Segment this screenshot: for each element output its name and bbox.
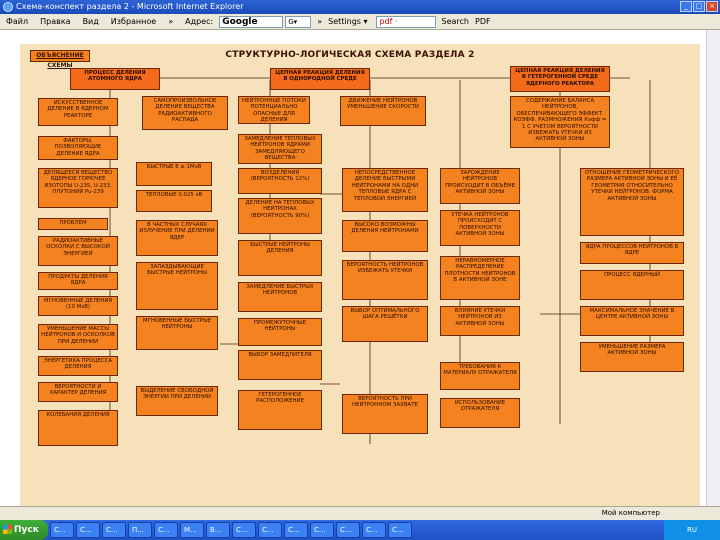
scheme-box: НЕРАВНОМЕРНОЕ РАСПРЕДЕЛЕНИЕ ПЛОТНОСТИ НЕ… [440, 256, 520, 300]
scheme-slide: ОБЪЯСНЕНИЕ СХЕМЫ СТРУКТУРНО-ЛОГИЧЕСКАЯ С… [20, 44, 700, 514]
scheme-box: ЦЕПНАЯ РЕАКЦИЯ ДЕЛЕНИЯ В ГЕТЕРОГЕННОЙ СР… [510, 66, 610, 92]
scheme-box: НЕПОСРЕДСТВЕННОЕ ДЕЛЕНИЕ БЫСТРЫМИ НЕЙТРО… [342, 168, 428, 212]
maximize-button[interactable]: □ [693, 1, 705, 12]
scheme-box: ДЕЛЕНИЕ НА ТЕПЛОВЫХ НЕЙТРОНАХ (ВЕРОЯТНОС… [238, 198, 322, 234]
taskbar-item[interactable]: С... [388, 522, 412, 538]
start-label: Пуск [14, 525, 39, 535]
scheme-box: ЗАПАЗДЫВАЮЩИЕ БЫСТРЫЕ НЕЙТРОНЫ [136, 262, 218, 310]
settings-button[interactable]: Settings ▾ [328, 17, 367, 26]
scheme-box: ДЕЛЯЩЕЕСЯ ВЕЩЕСТВО ЯДЕРНОЕ ГОРЮЧЕЕ ИЗОТО… [38, 168, 118, 208]
taskbar-item[interactable]: С... [258, 522, 282, 538]
google-toolbar: Google G▾ [219, 15, 312, 28]
scheme-box: БЫСТРЫЕ НЕЙТРОНЫ ДЕЛЕНИЯ [238, 240, 322, 276]
close-button[interactable]: × [706, 1, 718, 12]
scheme-box: ЯДРА ПРОЦЕССОВ НЕЙТРОНОВ В ЯДРЕ [580, 242, 684, 264]
ie-icon [3, 2, 13, 12]
scheme-box: ВЕРОЯТНОСТЬ ПРИ НЕЙТРОННОМ ЗАХВАТЕ [342, 394, 428, 434]
scheme-box: ПРОЦЕСС ДЕЛЕНИЯ АТОМНОГО ЯДРА [70, 68, 160, 90]
address-label: Адрес: [185, 17, 214, 26]
scheme-box: ТЕПЛОВЫЕ 0.025 эВ [136, 190, 212, 212]
taskbar-item[interactable]: С... [310, 522, 334, 538]
window-titlebar: Схема-конспект раздела 2 - Microsoft Int… [0, 0, 720, 14]
scheme-box: ИСКУССТВЕННОЕ ДЕЛЕНИЕ В ЯДЕРНОМ РЕАКТОРЕ [38, 98, 118, 126]
scheme-box: ФАКТОРЫ, ПОЗВОЛЯЮЩИЕ ДЕЛЕНИЕ ЯДРА [38, 136, 118, 160]
scheme-box: МГНОВЕННЫЕ БЫСТРЫЕ НЕЙТРОНЫ [136, 316, 218, 350]
scheme-box: МГНОВЕННЫЕ ДЕЛЕНИЯ (10 МэВ) [38, 296, 118, 316]
scheme-box: ПРОЦЕСС ЯДЕРНЫЙ [580, 270, 684, 300]
scheme-box: БЫСТРЫЕ E ≥ 1МэВ [136, 162, 212, 186]
search-button[interactable]: Search [442, 17, 469, 26]
taskbar-item[interactable]: С... [336, 522, 360, 538]
taskbar-item[interactable]: С... [232, 522, 256, 538]
scheme-box: РАДИОАКТИВНЫЕ ОСКОЛКИ С ВЫСОКОЙ ЭНЕРГИЕЙ [38, 236, 118, 266]
scheme-box: ЦЕПНАЯ РЕАКЦИЯ ДЕЛЕНИЯ В ОДНОРОДНОЙ СРЕД… [270, 68, 370, 90]
taskbar-item[interactable]: П... [128, 522, 152, 538]
scheme-box: МАКСИМАЛЬНОЕ ЗНАЧЕНИЕ В ЦЕНТРЕ АКТИВНОЙ … [580, 306, 684, 336]
scheme-box: НЕЙТРОННЫЕ ПОТОКИ ПОТЕНЦИАЛЬНО ОПАСНЫЕ Д… [238, 96, 310, 124]
menu-more[interactable]: » [162, 17, 179, 26]
taskbar-item[interactable]: С... [362, 522, 386, 538]
slide-title: СТРУКТУРНО-ЛОГИЧЕСКАЯ СХЕМА РАЗДЕЛА 2 [225, 50, 475, 60]
vertical-scrollbar[interactable] [706, 30, 720, 520]
scheme-box: ТРЕБОВАНИЯ К МАТЕРИАЛУ ОТРАЖАТЕЛЯ [440, 362, 520, 390]
taskbar-item[interactable]: С... [284, 522, 308, 538]
pdf-button[interactable]: PDF [475, 17, 491, 26]
scheme-box: ОТНОШЕНИЕ ГЕОМЕТРИЧЕСКОГО РАЗМЕРА АКТИВН… [580, 168, 684, 236]
windows-flag-icon [3, 525, 12, 534]
scheme-box: СОДЕРЖАНИЕ БАЛАНСА НЕЙТРОНОВ, ОБЕСПЕЧИВА… [510, 96, 610, 148]
menu-file[interactable]: Файл [0, 17, 34, 26]
minimize-button[interactable]: _ [680, 1, 692, 12]
pdf-search-input[interactable]: pdf · [375, 15, 436, 28]
system-tray: RU [664, 520, 720, 540]
scheme-box: ВЫБОР ОПТИМАЛЬНОГО ШАГА РЕШЁТКИ [342, 306, 428, 342]
scheme-box: САМОПРОИЗВОЛЬНОЕ ДЕЛЕНИЕ ВЕЩЕСТВА РАДИОА… [142, 96, 228, 130]
google-search-combo[interactable]: G▾ [285, 15, 312, 28]
taskbar-item[interactable]: С... [102, 522, 126, 538]
taskbar: Пуск С... С... С... П... С... М... В... … [0, 520, 720, 540]
menu-favorites[interactable]: Избранное [105, 17, 162, 26]
scheme-box: ВЫСОКО ВОЗМОЖНЫ ДЕЛЕНИЯ НЕЙТРОНАМИ [342, 220, 428, 252]
scheme-box: ПРОДУКТЫ ДЕЛЕНИЯ ЯДРА [38, 272, 118, 290]
taskbar-item[interactable]: С... [50, 522, 74, 538]
scheme-box: УТЕЧКА НЕЙТРОНОВ ПРОИСХОДИТ С ПОВЕРХНОСТ… [440, 210, 520, 246]
page-viewport: ОБЪЯСНЕНИЕ СХЕМЫ СТРУКТУРНО-ЛОГИЧЕСКАЯ С… [0, 30, 720, 520]
scheme-box: КОЛЕБАНИЯ ДЕЛЕНИЯ [38, 410, 118, 446]
scheme-box: ВЫБОР ЗАМЕДЛИТЕЛЯ [238, 350, 322, 380]
status-bar: Мой компьютер [0, 506, 720, 520]
scheme-box: ЗАМЕДЛЕНИЕ БЫСТРЫХ НЕЙТРОНОВ [238, 282, 322, 312]
language-indicator[interactable]: RU [687, 526, 697, 534]
menu-view[interactable]: Вид [77, 17, 105, 26]
scheme-box: ИСПОЛЬЗОВАНИЕ ОТРАЖАТЕЛЯ [440, 398, 520, 428]
scheme-box: ВЕРОЯТНОСТЬ НЕЙТРОНОВ ИЗБЕЖАТЬ УТЕЧКИ [342, 260, 428, 300]
scheme-box: ВЕРОЯТНОСТИ И ХАРАКТЕР ДЕЛЕНИЯ [38, 382, 118, 402]
scheme-box: ЭНЕРГЕТИКА ПРОЦЕССА ДЕЛЕНИЯ [38, 356, 118, 376]
scheme-box: ГЕТЕРОГЕННОЕ РАСПОЛОЖЕНИЕ [238, 390, 322, 430]
scheme-box: ЗАМЕДЛЕНИЕ ТЕПЛОВЫХ НЕЙТРОНОВ ЯДРАМИ ЗАМ… [238, 134, 322, 164]
taskbar-item[interactable]: С... [154, 522, 178, 538]
scheme-explain-link[interactable]: ОБЪЯСНЕНИЕ СХЕМЫ [30, 50, 90, 69]
scheme-box: УМЕНЬШЕНИЕ РАЗМЕРА АКТИВНОЙ ЗОНЫ [580, 342, 684, 372]
scheme-box: ВЫДЕЛЕНИЕ СВОБОДНОЙ ЭНЕРГИИ ПРИ ДЕЛЕНИИ [136, 386, 218, 416]
google-logo[interactable]: Google [219, 15, 284, 28]
scheme-box: ЗАРОЖДЕНИЕ НЕЙТРОНОВ ПРОИСХОДИТ В ОБЪЁМЕ… [440, 168, 520, 204]
menu-bar: Файл Правка Вид Избранное » Адрес: Googl… [0, 14, 720, 30]
taskbar-item[interactable]: В... [206, 522, 230, 538]
taskbar-item[interactable]: М... [180, 522, 204, 538]
scheme-box: ПРОМЕЖУТОЧНЫЕ НЕЙТРОНЫ [238, 318, 322, 346]
security-zone: Мой компьютер [601, 509, 660, 517]
scheme-box: ВОЗДЕЛЕНИЯ (ВЕРОЯТНОСТЬ 12%) [238, 168, 322, 194]
taskbar-item[interactable]: С... [76, 522, 100, 538]
menu-edit[interactable]: Правка [34, 17, 76, 26]
toolbar-more-button[interactable]: » [317, 17, 322, 26]
scheme-box: УМЕНЬШЕНИЕ МАССЫ НЕЙТРОНОВ И ОСКОЛКОВ ПР… [38, 324, 118, 350]
scheme-box: ДВИЖЕНИЕ НЕЙТРОНОВ УМЕНЬШЕНИЕ СКОРОСТИ [340, 96, 426, 126]
window-title: Схема-конспект раздела 2 - Microsoft Int… [16, 2, 244, 11]
scheme-box: ПРОБЛЕМ [38, 218, 108, 230]
scheme-box: ВЛИЯНИЕ УТЕЧКИ НЕЙТРОНОВ ИЗ АКТИВНОЙ ЗОН… [440, 306, 520, 336]
scheme-box: В ЧАСТНЫХ СЛУЧАЯХ ИЗЛУЧЕНИЕ ПРИ ДЕЛЕНИИ … [136, 220, 218, 256]
start-button[interactable]: Пуск [0, 520, 48, 540]
